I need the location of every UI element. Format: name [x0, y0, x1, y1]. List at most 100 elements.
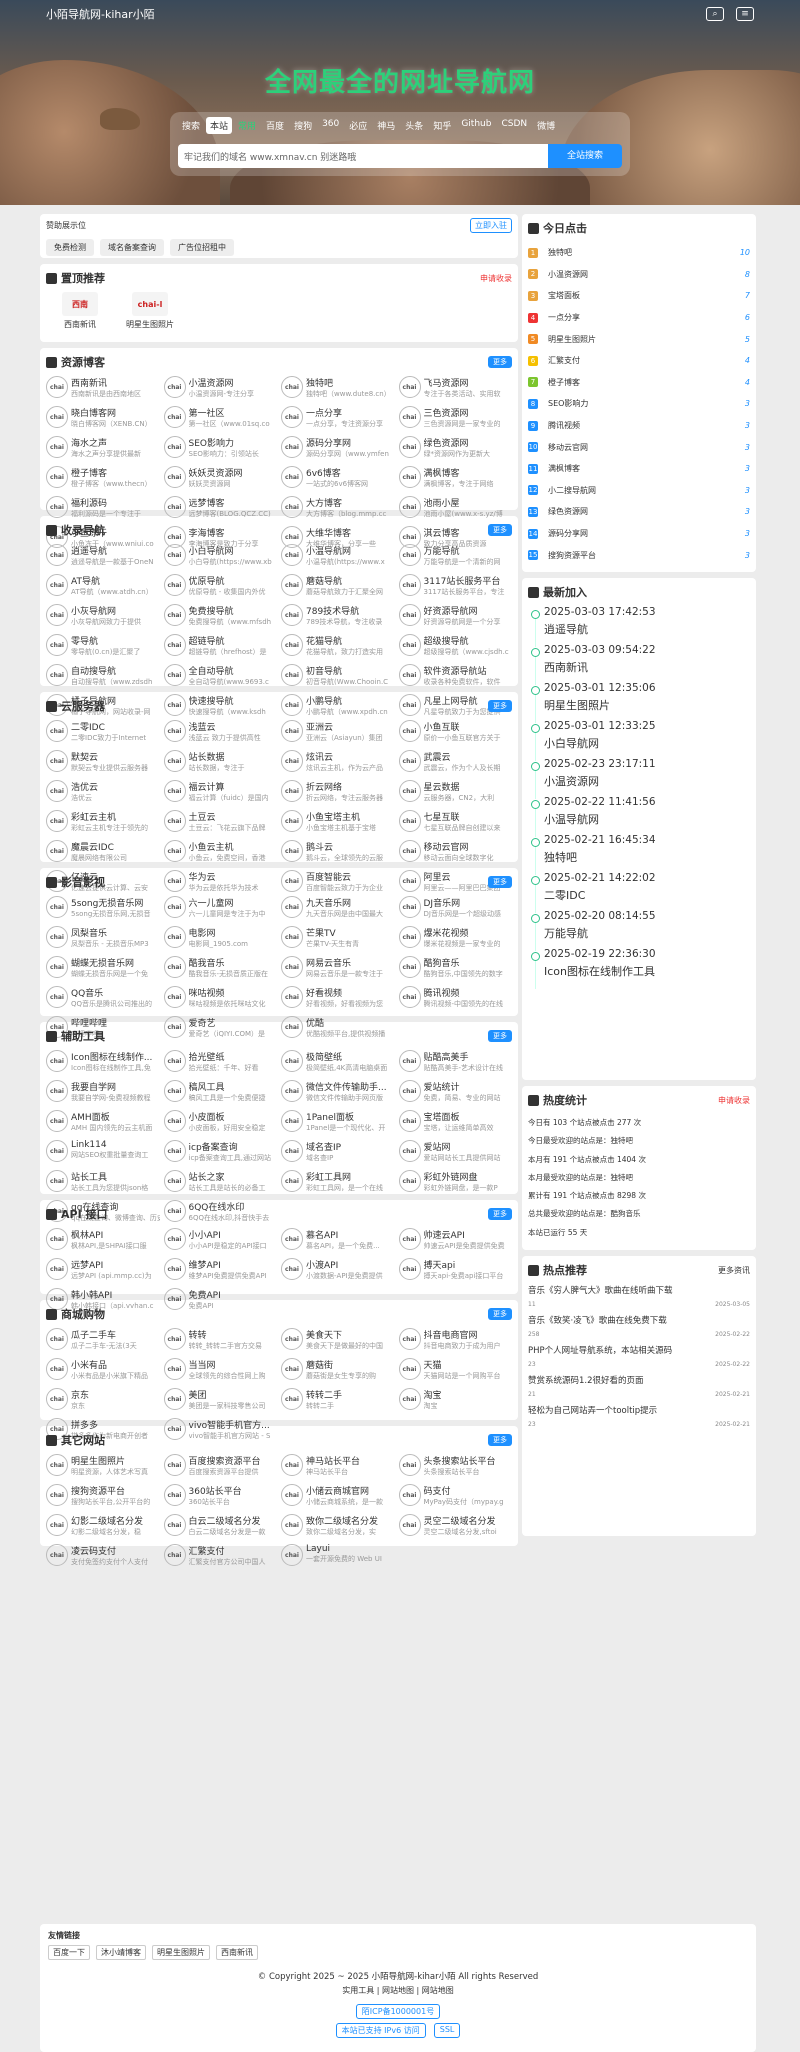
- site-item[interactable]: chai 鹅斗云 鹅斗云，全球领先的云服: [281, 840, 395, 863]
- site-item[interactable]: chai QQ音乐 QQ音乐是腾讯公司推出的: [46, 986, 160, 1009]
- site-item[interactable]: chai 软件资源导航站 收录各种免费软件，软件: [398, 664, 513, 687]
- search-tab[interactable]: CSDN: [497, 117, 531, 134]
- site-item[interactable]: chai 电影网 电影网_1905.com: [163, 926, 278, 949]
- hot-item[interactable]: 赞赏系统源码1.2很好看的页面 21 2025-02-21: [528, 1374, 750, 1398]
- search-tab[interactable]: 必应: [345, 117, 371, 134]
- submit-site-button[interactable]: 立即入驻: [470, 218, 512, 233]
- site-item[interactable]: chai AT导航 AT导航（www.atdh.cn）: [46, 574, 160, 597]
- site-item[interactable]: chai 5song无损音乐网 5song无损音乐网,无损音: [46, 896, 160, 919]
- site-item[interactable]: chai 小温导航网 小温导航(https://www.x: [281, 544, 395, 567]
- site-item[interactable]: chai 小米有品 小米有品是小米旗下精品: [46, 1358, 160, 1381]
- site-item[interactable]: chai 枫林API 枫林API,是SHPAI接口服: [46, 1228, 160, 1251]
- site-item[interactable]: chai 三色资源网 三色资源网是一家专业的: [398, 406, 513, 429]
- rank-item[interactable]: 3 宝塔面板 7: [528, 285, 750, 307]
- more-button[interactable]: 更多: [488, 356, 512, 368]
- rank-item[interactable]: 4 一点分享 6: [528, 307, 750, 329]
- site-item[interactable]: chai 789技术导航 789技术导航，专注收录: [281, 604, 395, 627]
- site-item[interactable]: chai 浅蓝云 浅蓝云 致力于提供高性: [163, 720, 278, 743]
- site-item[interactable]: chai 独特吧 独特吧（www.dute8.cn）: [281, 376, 395, 399]
- friend-link[interactable]: 百度一下: [48, 1945, 90, 1960]
- site-item[interactable]: chai 小渡API 小渡数据-API是免费提供: [281, 1258, 395, 1281]
- search-tab[interactable]: Github: [457, 117, 495, 134]
- site-item[interactable]: chai 绿色资源网 绿*资源网作为更新大: [398, 436, 513, 459]
- site-item[interactable]: chai 维梦API 维梦API免费提供免费API: [163, 1258, 278, 1281]
- menu-icon[interactable]: ≡: [736, 7, 754, 21]
- site-item[interactable]: chai 免费搜导航 免费搜导航（www.mfsdh: [163, 604, 278, 627]
- site-item[interactable]: chai 贴酷高美手 贴酷高美手-艺术设计在线: [398, 1050, 513, 1073]
- site-item[interactable]: chai 超链导航 超链导航（hrefhost）是: [163, 634, 278, 657]
- site-item[interactable]: chai 小皮面板 小皮面板，好用安全稳定: [163, 1110, 278, 1133]
- site-item[interactable]: chai SEO影响力 SEO影响力：引领站长: [163, 436, 278, 459]
- site-item[interactable]: chai 酷我音乐 酷我音乐-无损音质正版在: [163, 956, 278, 979]
- site-item[interactable]: chai Link114 网站SEO权重批量查询工: [46, 1140, 160, 1163]
- site-item[interactable]: chai 蘑菇街 蘑菇街是女生专享的购: [281, 1358, 395, 1381]
- search-tab[interactable]: 360: [318, 117, 343, 134]
- site-item[interactable]: chai 爆米花视频 爆米花视频是一家专业的: [398, 926, 513, 949]
- site-item[interactable]: chai 3117站长服务平台 3117站长服务平台，专注: [398, 574, 513, 597]
- site-item[interactable]: chai AMH面板 AMH 国内领先的云主机面: [46, 1110, 160, 1133]
- stats-apply-link[interactable]: 申请收录: [718, 1095, 750, 1106]
- more-button[interactable]: 更多: [488, 1434, 512, 1446]
- rank-item[interactable]: 13 绿色资源网 3: [528, 501, 750, 523]
- search-tab[interactable]: 知乎: [429, 117, 455, 134]
- site-item[interactable]: chai 华为云 华为云是依托华为技术: [163, 870, 278, 893]
- site-item[interactable]: chai 第一社区 第一社区（www.01sq.co: [163, 406, 278, 429]
- site-item[interactable]: chai 头条搜索站长平台 头条搜索站长平台: [398, 1454, 513, 1477]
- site-item[interactable]: chai 远梦博客 远梦博客(BLOG.QCZ.CC): [163, 496, 278, 519]
- site-item[interactable]: chai 福利源码 福利源码是一个专注于: [46, 496, 160, 519]
- apply-link[interactable]: 申请收录: [480, 273, 512, 284]
- rank-item[interactable]: 2 小温资源网 8: [528, 264, 750, 286]
- site-item[interactable]: chai vivo智能手机官方... vivo智能手机官方网站 - S: [163, 1418, 278, 1441]
- site-item[interactable]: chai 免费API 免费API: [163, 1288, 278, 1311]
- hot-item[interactable]: 音乐《致笑·凌飞》歌曲在线免费下载 258 2025-02-22: [528, 1314, 750, 1338]
- rank-item[interactable]: 11 满枫博客 3: [528, 458, 750, 480]
- site-item[interactable]: chai 二零IDC 二零IDC致力于Internet: [46, 720, 160, 743]
- site-item[interactable]: chai 稿风工具 稿风工具是一个免费便捷: [163, 1080, 278, 1103]
- timeline-item[interactable]: 2025-03-01 12:35:06 明星生图照片: [528, 682, 750, 723]
- search-tab[interactable]: 微博: [533, 117, 559, 134]
- site-item[interactable]: chai 凌云码支付 支付免签约支付个人支付: [46, 1544, 160, 1567]
- site-item[interactable]: chai 默契云 默契云专业提供云服务器: [46, 750, 160, 773]
- search-tab[interactable]: 本站: [206, 117, 233, 134]
- timeline-item[interactable]: 2025-03-03 09:54:22 西南新讯: [528, 644, 750, 685]
- site-item[interactable]: chai 全自动导航 全自动导航(www.9693.c: [163, 664, 278, 687]
- site-item[interactable]: chai 灵空二级域名分发 灵空二级域名分发,sftoi: [398, 1514, 513, 1537]
- search-tab[interactable]: 神马: [373, 117, 399, 134]
- timeline-item[interactable]: 2025-02-19 22:36:30 Icon图标在线制作工具: [528, 948, 750, 989]
- ad-button[interactable]: 域名备案查询: [100, 239, 164, 256]
- site-item[interactable]: chai 爱站统计 免费，简易、专业的网站: [398, 1080, 513, 1103]
- site-item[interactable]: chai 初音导航 初音导航(Www.Chooin.C: [281, 664, 395, 687]
- rank-item[interactable]: 9 腾讯视频 3: [528, 415, 750, 437]
- search-input[interactable]: 牢记我们的域名 www.xmnav.cn 别迷路哦: [178, 144, 548, 168]
- rank-item[interactable]: 5 明星生图照片 5: [528, 328, 750, 350]
- site-item[interactable]: chai 小小API 小小API是稳定的API接口: [163, 1228, 278, 1251]
- site-item[interactable]: chai 爱奇艺 爱奇艺（iQIYI.COM）是: [163, 1016, 278, 1039]
- hot-item[interactable]: PHP个人网址导航系统，本站相关源码 23 2025-02-22: [528, 1344, 750, 1368]
- site-item[interactable]: chai 小温资源网 小温资源网-专注分享: [163, 376, 278, 399]
- timeline-item[interactable]: 2025-03-03 17:42:53 逍遥导航: [528, 606, 750, 647]
- site-item[interactable]: chai 逍遥导航 逍遥导航是一款基于OneN: [46, 544, 160, 567]
- site-item[interactable]: chai 超级搜导航 超级搜导航（www.cjsdh.c: [398, 634, 513, 657]
- rank-item[interactable]: 8 SEO影响力 3: [528, 393, 750, 415]
- search-tab[interactable]: 常用: [234, 117, 260, 134]
- friend-link[interactable]: 西南新讯: [216, 1945, 258, 1960]
- site-item[interactable]: chai Icon图标在线制作... Icon图标在线制作工具,免: [46, 1050, 160, 1073]
- site-item[interactable]: chai 瓜子二手车 瓜子二手车-无法(3天: [46, 1328, 160, 1351]
- site-item[interactable]: chai 我要自学网 我要自学网-免费视频教程: [46, 1080, 160, 1103]
- site-item[interactable]: chai 搜狗资源平台 搜狗站长平台,公开平台的: [46, 1484, 160, 1507]
- site-item[interactable]: chai 小鱼互联 原价一小鱼互联官方关于: [398, 720, 513, 743]
- hot-item[interactable]: 轻松为自己网站弄一个tooltip提示 23 2025-02-21: [528, 1404, 750, 1428]
- rank-item[interactable]: 10 移动云官网 3: [528, 436, 750, 458]
- site-item[interactable]: chai 站长工具 站长工具为您提供json格: [46, 1170, 160, 1193]
- site-item[interactable]: chai 京东 京东: [46, 1388, 160, 1411]
- more-button[interactable]: 更多: [488, 1308, 512, 1320]
- site-item[interactable]: chai 零导航 零导航(0.cn)是汇聚了: [46, 634, 160, 657]
- site-item[interactable]: chai 神马站长平台 神马站长平台: [281, 1454, 395, 1477]
- icp-badge[interactable]: 陌ICP备1000001号: [355, 2004, 441, 2019]
- site-item[interactable]: chai 当当网 全球领先的综合性网上购: [163, 1358, 278, 1381]
- site-item[interactable]: chai 一点分享 一点分享，专注资源分享: [281, 406, 395, 429]
- site-item[interactable]: chai 凤梨音乐 凤梨音乐 - 无损音乐MP3: [46, 926, 160, 949]
- site-item[interactable]: chai 幻影二级域名分发 幻影二级域名分发，稳: [46, 1514, 160, 1537]
- timeline-item[interactable]: 2025-02-23 23:17:11 小温资源网: [528, 758, 750, 799]
- site-item[interactable]: chai 海水之声 海水之声分享提供最新: [46, 436, 160, 459]
